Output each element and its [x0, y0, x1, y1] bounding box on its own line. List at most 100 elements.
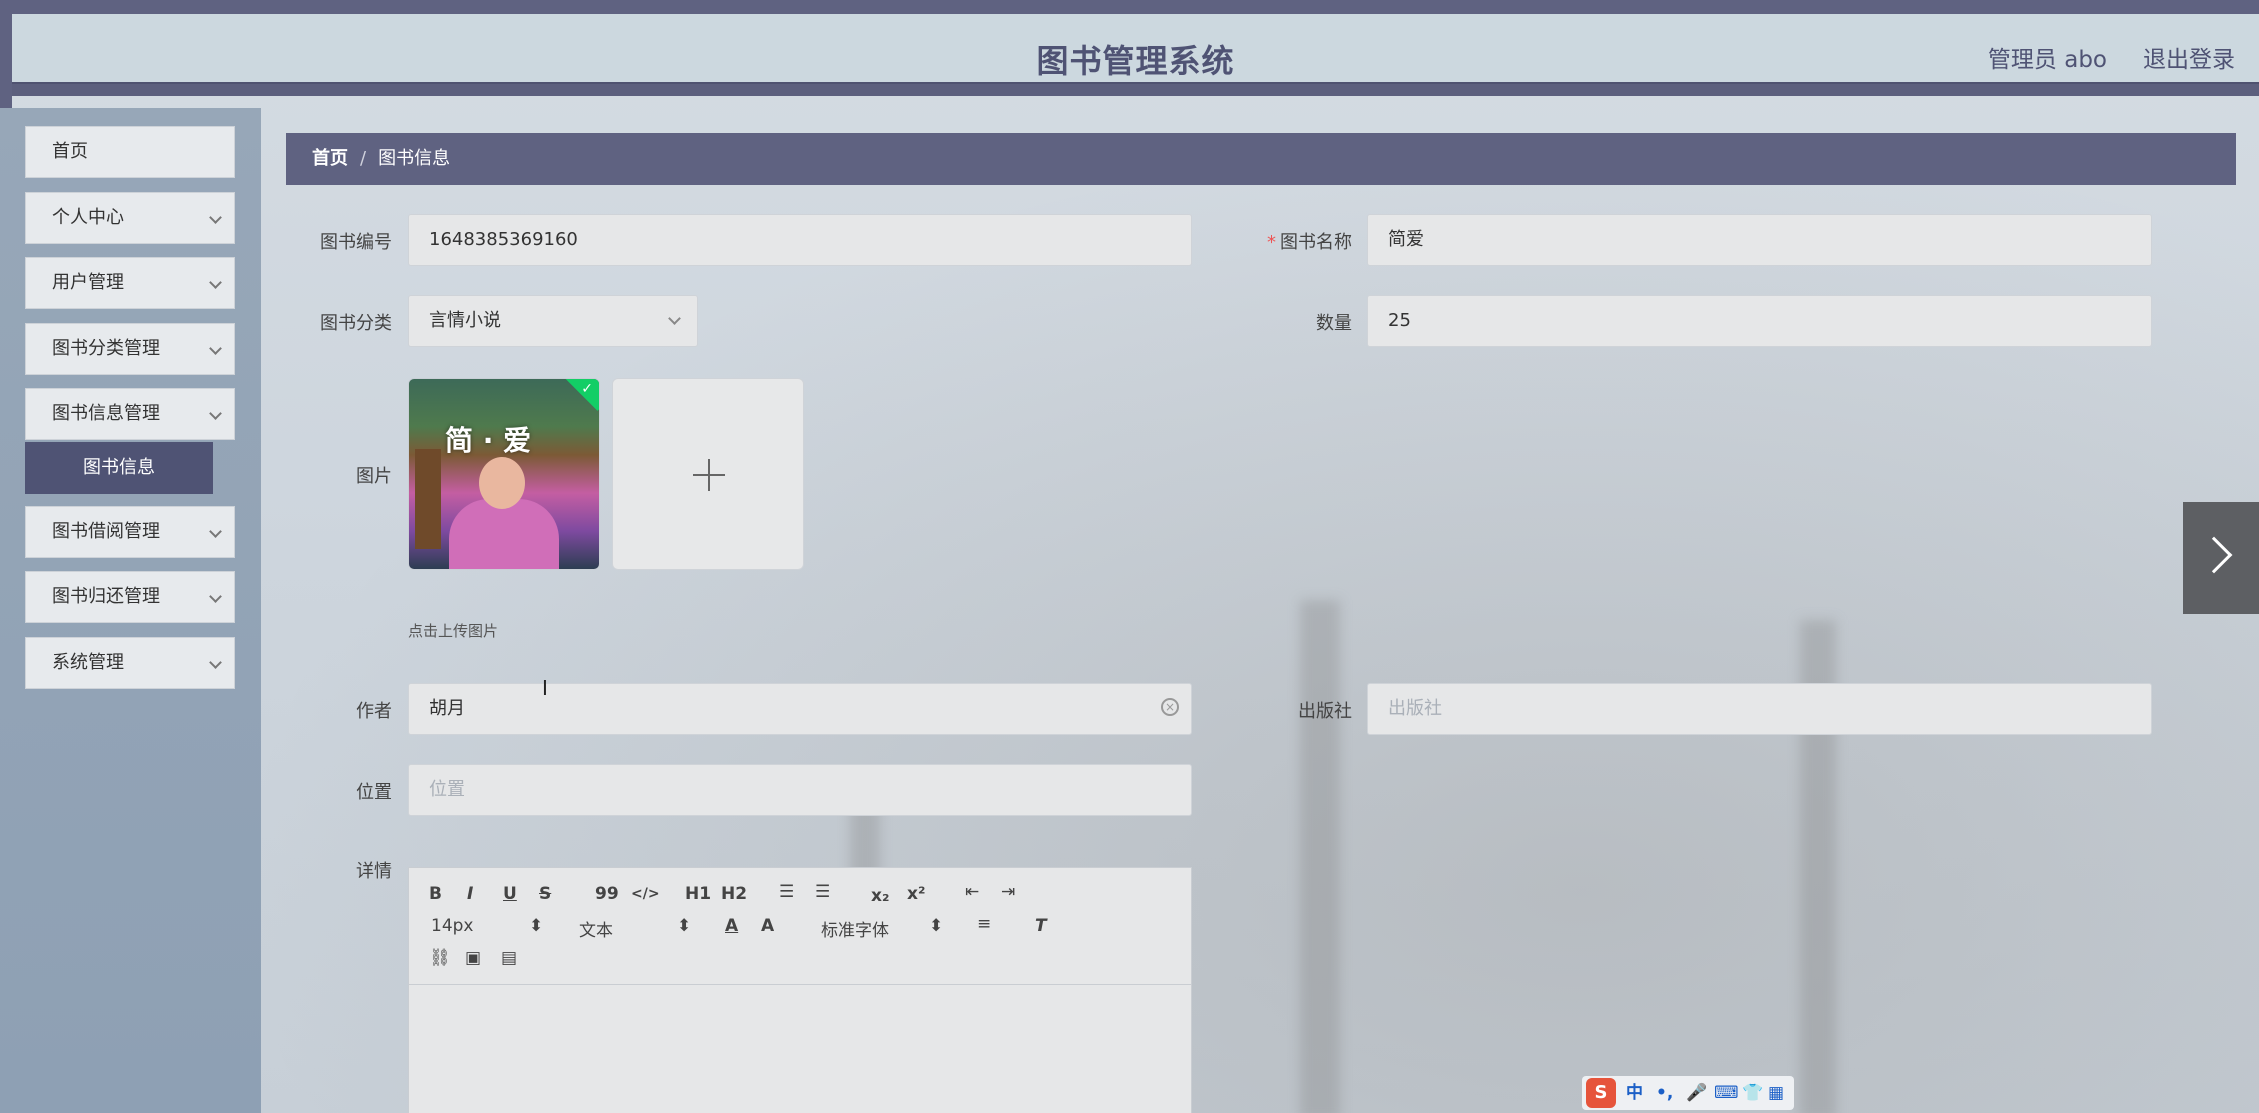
chevron-down-icon: [209, 211, 222, 224]
breadcrumb-separator: /: [360, 148, 367, 169]
video-icon[interactable]: ▤: [501, 948, 517, 968]
code-button[interactable]: </>: [631, 886, 660, 902]
underline-button[interactable]: U: [503, 884, 517, 904]
font-size-select[interactable]: 14px: [431, 916, 473, 936]
chevron-down-icon: [209, 590, 222, 603]
plus-icon-vertical: [708, 459, 710, 491]
chevron-down-icon: [209, 276, 222, 289]
sidebar-item-home[interactable]: 首页: [25, 126, 235, 178]
location-field[interactable]: 位置: [408, 764, 1192, 816]
ime-toolbar: S 中 •, 🎤 ⌨ 👕 ▦: [1582, 1076, 1794, 1110]
bullet-list-icon[interactable]: ☰: [815, 882, 830, 902]
heading-select-arrows-icon[interactable]: ⬍: [677, 916, 691, 936]
book-no-field[interactable]: 1648385369160: [408, 214, 1192, 266]
ime-language-toggle[interactable]: 中: [1626, 1076, 1643, 1110]
rich-text-editor: B I U S 99 </> H1 H2 ☰ ☰ x₂ x² ⇤ ⇥ 14px …: [408, 867, 1192, 1113]
image-label: 图片: [356, 466, 392, 487]
uploaded-book-cover[interactable]: 简 · 爱 ✓: [408, 378, 600, 570]
sidebar: 首页 个人中心 用户管理 图书分类管理 图书信息管理 图书信息 图书借阅管理 图…: [0, 108, 261, 1113]
heading1-button[interactable]: H1: [685, 884, 711, 904]
cover-dress: [449, 499, 559, 569]
top-strip: [0, 0, 2259, 14]
sidebar-item-user-management[interactable]: 用户管理: [25, 257, 235, 309]
sidebar-item-label: 用户管理: [52, 272, 124, 293]
clear-format-icon[interactable]: T: [1035, 916, 1047, 936]
chevron-right-icon: [2195, 536, 2233, 574]
chevron-down-icon: [209, 525, 222, 538]
author-field[interactable]: 胡月 ×: [408, 683, 1192, 735]
category-label: 图书分类: [320, 313, 392, 334]
sidebar-item-category-management[interactable]: 图书分类管理: [25, 323, 235, 375]
category-select[interactable]: 言情小说: [408, 295, 698, 347]
book-no-label: 图书编号: [320, 232, 392, 253]
cover-face: [479, 457, 525, 509]
quote-button[interactable]: 99: [595, 884, 619, 904]
font-family-select[interactable]: 标准字体: [821, 916, 889, 941]
category-select-value: 言情小说: [429, 310, 501, 331]
sidebar-item-personal-center[interactable]: 个人中心: [25, 192, 235, 244]
heading-select[interactable]: 文本: [579, 916, 613, 941]
font-family-select-arrows-icon[interactable]: ⬍: [929, 916, 943, 936]
sidebar-item-label: 图书归还管理: [52, 586, 160, 607]
quantity-field[interactable]: 25: [1367, 295, 2152, 347]
text-color-icon[interactable]: A: [725, 916, 738, 936]
sidebar-item-label: 图书借阅管理: [52, 521, 160, 542]
sidebar-item-system-management[interactable]: 系统管理: [25, 637, 235, 689]
book-name-label-text: 图书名称: [1280, 232, 1352, 253]
chevron-down-icon: [209, 407, 222, 420]
logout-link[interactable]: 退出登录: [2143, 40, 2235, 74]
sidebar-subitem-book-info[interactable]: 图书信息: [25, 442, 213, 494]
indent-icon[interactable]: ⇥: [1001, 882, 1015, 902]
outdent-icon[interactable]: ⇤: [965, 882, 979, 902]
cover-tree: [415, 449, 441, 549]
bold-button[interactable]: B: [429, 884, 442, 904]
editor-toolbar: B I U S 99 </> H1 H2 ☰ ☰ x₂ x² ⇤ ⇥ 14px …: [409, 868, 1191, 985]
check-icon: ✓: [581, 381, 593, 397]
strike-button[interactable]: S: [539, 884, 551, 904]
sidebar-item-label: 个人中心: [52, 207, 124, 228]
image-icon[interactable]: ▣: [465, 948, 481, 968]
sidebar-item-label: 图书分类管理: [52, 338, 160, 359]
upload-image-button[interactable]: [612, 378, 804, 570]
sidebar-item-borrow-management[interactable]: 图书借阅管理: [25, 506, 235, 558]
chevron-down-icon: [209, 656, 222, 669]
quantity-label: 数量: [1316, 313, 1352, 334]
breadcrumb-current: 图书信息: [378, 148, 451, 169]
sidebar-item-label: 首页: [52, 141, 88, 162]
sogou-logo-icon: S: [1586, 1078, 1616, 1108]
microphone-icon[interactable]: 🎤: [1686, 1076, 1707, 1110]
font-size-select-arrows-icon[interactable]: ⬍: [529, 916, 543, 936]
chevron-down-icon: [668, 312, 681, 325]
subscript-button[interactable]: x₂: [871, 886, 889, 906]
sidebar-item-book-info-management[interactable]: 图书信息管理: [25, 388, 235, 440]
breadcrumb-home[interactable]: 首页: [312, 148, 348, 169]
background-color-icon[interactable]: A: [761, 916, 774, 936]
sidebar-item-return-management[interactable]: 图书归还管理: [25, 571, 235, 623]
breadcrumb: 首页 / 图书信息: [286, 133, 2236, 185]
next-slide-button[interactable]: [2183, 502, 2259, 614]
apps-grid-icon[interactable]: ▦: [1768, 1076, 1784, 1110]
current-user-label: 管理员 abo: [1987, 47, 2107, 73]
cover-title: 简 · 爱: [445, 424, 532, 457]
clear-icon[interactable]: ×: [1161, 698, 1179, 716]
details-label: 详情: [356, 861, 392, 882]
author-value: 胡月: [429, 698, 465, 719]
align-icon[interactable]: ≡: [977, 914, 991, 934]
author-label: 作者: [356, 701, 392, 722]
italic-button[interactable]: I: [467, 884, 473, 904]
book-name-field[interactable]: 简爱: [1367, 214, 2152, 266]
app-header: 图书管理系统 管理员 abo 退出登录: [12, 14, 2259, 96]
chevron-down-icon: [209, 342, 222, 355]
heading2-button[interactable]: H2: [721, 884, 747, 904]
app-title: 图书管理系统: [1036, 42, 1235, 80]
keyboard-icon[interactable]: ⌨: [1714, 1076, 1739, 1110]
superscript-button[interactable]: x²: [907, 884, 925, 904]
punctuation-icon[interactable]: •,: [1656, 1076, 1673, 1110]
sidebar-item-label: 系统管理: [52, 652, 124, 673]
link-icon[interactable]: ⛓: [429, 948, 451, 968]
ordered-list-icon[interactable]: ☰: [779, 882, 794, 902]
skin-icon[interactable]: 👕: [1742, 1076, 1763, 1110]
required-marker: *: [1267, 232, 1276, 253]
publisher-field[interactable]: 出版社: [1367, 683, 2152, 735]
upload-tip: 点击上传图片: [408, 622, 499, 640]
